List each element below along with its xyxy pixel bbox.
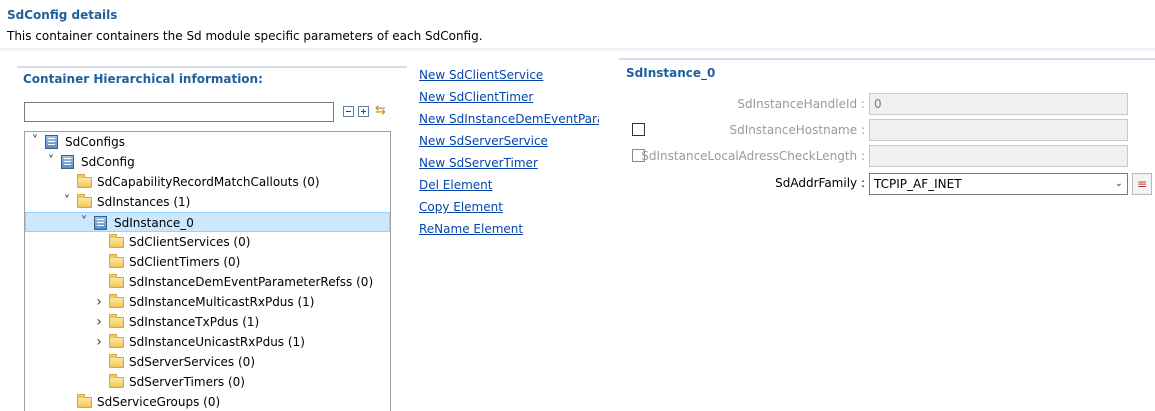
tree-item[interactable]: SdClientServices (0) [25, 232, 390, 252]
tree-item-label: SdClientServices (0) [129, 235, 251, 249]
container-tree[interactable]: ˅ SdConfigs ˅ SdConfig SdCapabilityRecordMat… [24, 131, 391, 411]
tree-item[interactable]: SdServerTimers (0) [25, 372, 390, 392]
container-icon [45, 135, 58, 149]
sync-icon[interactable]: ⇆ [373, 103, 388, 118]
tree-item[interactable]: SdCapabilityRecordMatchCallouts (0) [25, 172, 390, 192]
list-icon[interactable]: ≡ [1132, 173, 1152, 195]
chevron-down-icon[interactable]: ˅ [78, 213, 90, 233]
tree-item[interactable]: › SdInstanceMulticastRxPdus (1) [25, 292, 390, 312]
property-label: SdInstanceHandleId : [737, 97, 865, 111]
tree-item[interactable]: SdServiceGroups (0) [25, 392, 390, 411]
new-sdserverservice-link[interactable]: New SdServerService [419, 133, 599, 151]
expand-all-icon[interactable] [358, 106, 369, 117]
header-divider [0, 48, 1155, 52]
chevron-down-icon[interactable]: ˅ [61, 192, 73, 212]
chevron-right-icon[interactable]: › [93, 312, 105, 332]
folder-icon [109, 354, 124, 368]
tree-item-label: SdInstance_0 [114, 216, 194, 230]
tree-item-label: SdServerTimers (0) [129, 375, 245, 389]
tree-item[interactable]: ˅ SdInstances (1) [25, 192, 390, 212]
folder-icon [109, 274, 124, 288]
chevron-down-icon[interactable]: ˅ [45, 152, 57, 172]
folder-icon [109, 334, 124, 348]
tree-item-label: SdInstanceTxPdus (1) [129, 315, 260, 329]
property-label: SdInstanceLocalAdressCheckLength : [641, 149, 865, 163]
chevron-right-icon[interactable]: › [93, 292, 105, 312]
del-element-link[interactable]: Del Element [419, 177, 599, 195]
addr-family-select[interactable]: TCPIP_AF_INET ⌄ [869, 173, 1128, 195]
hierarchy-title: Container Hierarchical information: [23, 72, 263, 86]
folder-icon [109, 374, 124, 388]
property-label: SdInstanceHostname : [729, 123, 866, 137]
tree-item-label: SdConfigs [65, 135, 125, 149]
chevron-down-icon: ⌄ [1114, 178, 1123, 189]
folder-icon [77, 174, 92, 188]
new-sdinstancedemeventparameterrefs-link[interactable]: New SdInstanceDemEventParameterRefs [419, 111, 599, 129]
tree-item-label: SdInstanceUnicastRxPdus (1) [129, 335, 305, 349]
chevron-right-icon[interactable]: › [93, 332, 105, 352]
tree-item-label: SdCapabilityRecordMatchCallouts (0) [97, 175, 320, 189]
details-header: SdConfig details This container containe… [0, 0, 1155, 48]
hierarchy-panel: Container Hierarchical information: ⇆ ˅ S… [17, 66, 407, 411]
addr-family-label: SdAddrFamily : [775, 176, 865, 190]
page-description: This container containers the Sd module … [7, 29, 483, 43]
tree-item[interactable]: SdClientTimers (0) [25, 252, 390, 272]
tree-item[interactable]: SdInstanceDemEventParameterRefss (0) [25, 272, 390, 292]
container-icon [94, 216, 107, 230]
new-sdclienttimer-link[interactable]: New SdClientTimer [419, 89, 599, 107]
property-field[interactable] [869, 119, 1128, 141]
folder-icon [77, 394, 92, 408]
tree-item-label: SdInstances (1) [97, 195, 191, 209]
tree-item-label: SdConfig [81, 155, 135, 169]
tree-item[interactable]: › SdInstanceTxPdus (1) [25, 312, 390, 332]
new-sdservertimer-link[interactable]: New SdServerTimer [419, 155, 599, 173]
tree-filter-input[interactable] [24, 102, 334, 122]
property-field[interactable] [869, 145, 1128, 167]
folder-icon [109, 254, 124, 268]
property-checkbox[interactable] [632, 123, 645, 136]
tree-item[interactable]: ˅ SdConfig [25, 152, 390, 172]
rename-element-link[interactable]: ReName Element [419, 221, 599, 239]
chevron-down-icon[interactable]: ˅ [29, 132, 41, 152]
tree-item-label: SdServiceGroups (0) [97, 395, 221, 409]
tree-item[interactable]: SdServerServices (0) [25, 352, 390, 372]
property-field[interactable]: 0 [869, 93, 1128, 115]
folder-icon [109, 234, 124, 248]
container-icon [61, 155, 74, 169]
details-title: SdInstance_0 [626, 66, 716, 80]
tree-item[interactable]: › SdInstanceUnicastRxPdus (1) [25, 332, 390, 352]
folder-icon [77, 194, 92, 208]
new-sdclientservice-link[interactable]: New SdClientService [419, 67, 599, 85]
tree-item[interactable]: ˅ SdConfigs [25, 132, 390, 152]
folder-icon [109, 314, 124, 328]
copy-element-link[interactable]: Copy Element [419, 199, 599, 217]
details-panel: SdInstance_0 SdInstanceHandleId :0 SdInst… [619, 58, 1155, 220]
tree-item-label: SdInstanceDemEventParameterRefss (0) [129, 275, 374, 289]
page-title: SdConfig details [7, 8, 118, 22]
tree-item-label: SdClientTimers (0) [129, 255, 241, 269]
tree-item[interactable]: ˅ SdInstance_0 [25, 212, 390, 232]
folder-icon [109, 294, 124, 308]
collapse-all-icon[interactable] [343, 106, 354, 117]
tree-item-label: SdInstanceMulticastRxPdus (1) [129, 295, 315, 309]
addr-family-value: TCPIP_AF_INET [874, 177, 962, 191]
tree-item-label: SdServerServices (0) [129, 355, 255, 369]
